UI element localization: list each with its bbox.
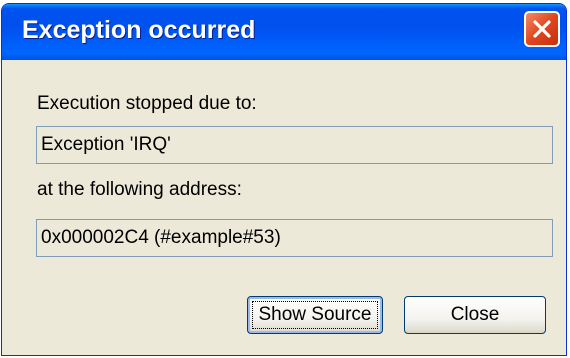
reason-label: Execution stopped due to: — [37, 93, 257, 114]
title-close-button[interactable] — [524, 11, 560, 47]
address-label: at the following address: — [37, 179, 242, 200]
exception-dialog: Exception occurred Execution stopped due… — [1, 3, 567, 356]
show-source-label: Show Source — [258, 304, 372, 325]
close-label: Close — [450, 304, 500, 325]
title-bar[interactable]: Exception occurred — [2, 4, 566, 60]
show-source-button[interactable]: Show Source — [247, 296, 383, 334]
close-icon — [533, 20, 551, 38]
address-field[interactable]: 0x000002C4 (#example#53) — [36, 219, 553, 257]
reason-field[interactable]: Exception 'IRQ' — [36, 126, 553, 164]
dialog-title: Exception occurred — [22, 16, 256, 44]
dialog-body: Execution stopped due to: Exception 'IRQ… — [2, 60, 566, 355]
close-button[interactable]: Close — [404, 296, 546, 334]
